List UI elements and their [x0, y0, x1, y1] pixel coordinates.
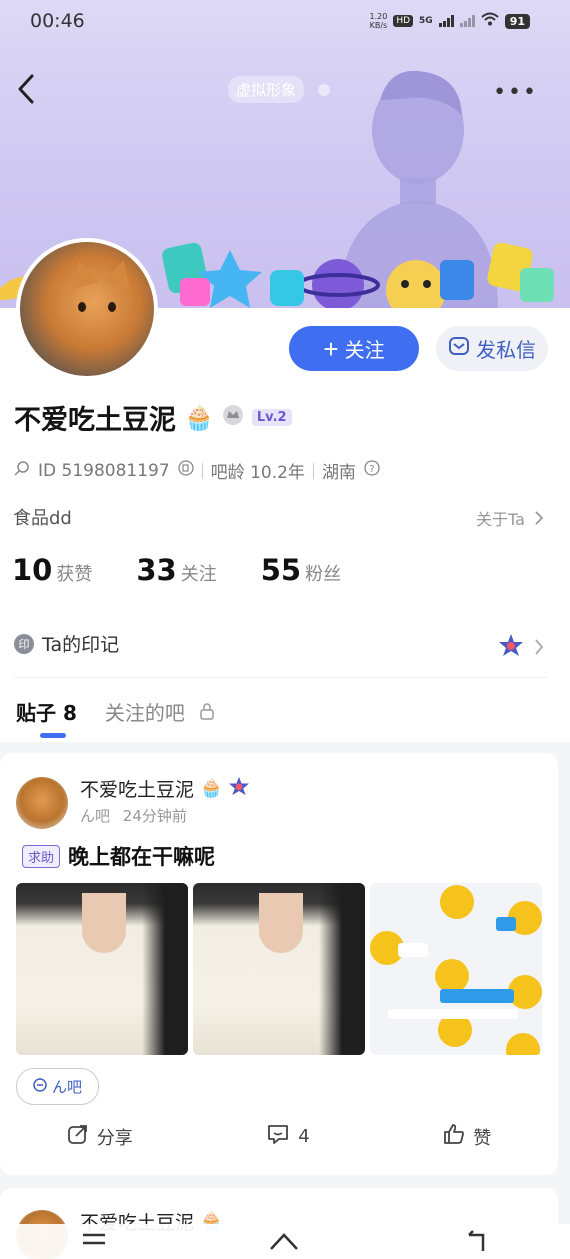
- stat-following[interactable]: 33 关注: [136, 553, 216, 587]
- back-button[interactable]: [14, 72, 44, 106]
- comment-icon: [266, 1123, 290, 1150]
- home-icon[interactable]: [268, 1229, 300, 1255]
- post-image[interactable]: [193, 883, 365, 1055]
- cupcake-badge-icon: 🧁: [184, 403, 214, 432]
- post-time: 24分钟前: [122, 807, 187, 825]
- hd-icon: HD: [393, 15, 414, 27]
- lock-icon: [199, 701, 215, 725]
- post-images: [16, 883, 542, 1055]
- comment-button[interactable]: 4: [266, 1123, 310, 1150]
- username-row: 不爱吃土豆泥 🧁 Lv.2: [14, 398, 292, 437]
- post-image[interactable]: [16, 883, 188, 1055]
- bar-tag-label: ん吧: [52, 1078, 83, 1096]
- post-image[interactable]: [370, 883, 542, 1055]
- post-title: 晚上都在干嘛呢: [68, 845, 216, 869]
- tab-followed-bars[interactable]: 关注的吧: [105, 697, 215, 726]
- signal2-icon: [459, 15, 475, 27]
- follow-button[interactable]: + 关注: [289, 326, 419, 371]
- virtual-dot: [318, 84, 330, 96]
- level-badge: Lv.2: [251, 409, 292, 426]
- post-actions: 分享 4 赞: [0, 1123, 558, 1150]
- search-icon: [14, 460, 30, 481]
- post-meta: ん吧 24分钟前: [80, 805, 187, 826]
- location: 湖南: [321, 463, 356, 483]
- divider: [201, 462, 203, 479]
- bar-icon: [33, 1077, 47, 1096]
- post-author-row: 不爱吃土豆泥 🧁: [80, 775, 250, 802]
- chevron-right-icon: [534, 636, 544, 660]
- menu-icon[interactable]: [81, 1231, 107, 1255]
- imprint-icon: 印: [14, 633, 34, 654]
- stat-likes[interactable]: 10 获赞: [12, 553, 92, 587]
- section-divider: [14, 677, 548, 678]
- bar-age: 吧龄 10.2年: [210, 463, 305, 483]
- imprint-badges[interactable]: [498, 633, 544, 662]
- system-nav-bar: [0, 1224, 570, 1259]
- follow-label: 关注: [344, 340, 385, 362]
- copy-icon[interactable]: [178, 460, 194, 481]
- like-button[interactable]: 赞: [443, 1123, 491, 1150]
- tabs: 贴子 8 关注的吧: [16, 697, 215, 726]
- help-tag: 求助: [22, 844, 61, 868]
- like-label: 赞: [473, 1127, 492, 1149]
- star-badge-icon: [228, 776, 250, 801]
- user-bio: 食品dd: [13, 508, 72, 529]
- thumbs-up-icon: [443, 1123, 465, 1150]
- post-title-row[interactable]: 求助 晚上都在干嘛呢: [22, 841, 215, 871]
- username: 不爱吃土豆泥: [14, 405, 176, 436]
- tab-posts[interactable]: 贴子 8: [16, 697, 77, 726]
- wifi-icon: [481, 12, 499, 30]
- share-button[interactable]: 分享: [67, 1123, 133, 1150]
- status-icons: 1.20 KB/s HD 5G 91: [370, 12, 530, 30]
- user-id: ID 5198081197: [38, 460, 170, 481]
- post-author[interactable]: 不爱吃土豆泥: [80, 775, 194, 802]
- stats-row: 10 获赞 33 关注 55 粉丝: [12, 553, 341, 587]
- help-icon[interactable]: ?: [364, 460, 380, 481]
- about-link[interactable]: 关于Ta: [476, 506, 544, 530]
- imprint-row[interactable]: 印 Ta的印记: [14, 630, 119, 657]
- message-label: 发私信: [476, 338, 536, 362]
- share-label: 分享: [96, 1127, 133, 1149]
- post-card[interactable]: 不爱吃土豆泥 🧁 ん吧 24分钟前 求助 晚上都在干嘛呢 ん吧 分享 4 赞: [0, 753, 558, 1175]
- status-time: 00:46: [30, 10, 85, 32]
- post-avatar[interactable]: [16, 777, 68, 829]
- svg-text:?: ?: [369, 464, 374, 475]
- net-speed: 1.20 KB/s: [369, 12, 388, 30]
- signal-icon: [438, 15, 454, 27]
- back-nav-icon[interactable]: [461, 1229, 489, 1255]
- user-avatar[interactable]: [16, 238, 158, 380]
- share-icon: [67, 1123, 89, 1150]
- cupcake-badge-icon: 🧁: [200, 778, 223, 799]
- stat-followers[interactable]: 55 粉丝: [261, 553, 341, 587]
- tab-indicator: [40, 733, 66, 738]
- imprint-label: Ta的印记: [42, 634, 120, 656]
- plus-icon: +: [323, 333, 339, 364]
- crown-badge-icon: [222, 402, 244, 433]
- virtual-avatar-label[interactable]: 虚拟形象: [228, 76, 305, 103]
- about-label: 关于Ta: [475, 510, 525, 529]
- star-badge-icon: [498, 633, 524, 662]
- chevron-right-icon: [534, 510, 544, 529]
- battery-icon: 91: [504, 13, 530, 29]
- divider: [312, 462, 314, 479]
- post-bar[interactable]: ん吧: [80, 807, 110, 825]
- comment-count: 4: [298, 1126, 310, 1147]
- network-type: 5G: [419, 16, 433, 26]
- message-icon: [448, 335, 470, 362]
- status-bar: 00:46 1.20 KB/s HD 5G 91: [0, 10, 570, 36]
- profile-meta: ID 5198081197 吧龄 10.2年 湖南 ?: [14, 458, 380, 483]
- bar-tag-button[interactable]: ん吧: [16, 1068, 100, 1105]
- message-button[interactable]: 发私信: [436, 326, 548, 371]
- tab-label: 关注的吧: [104, 701, 185, 725]
